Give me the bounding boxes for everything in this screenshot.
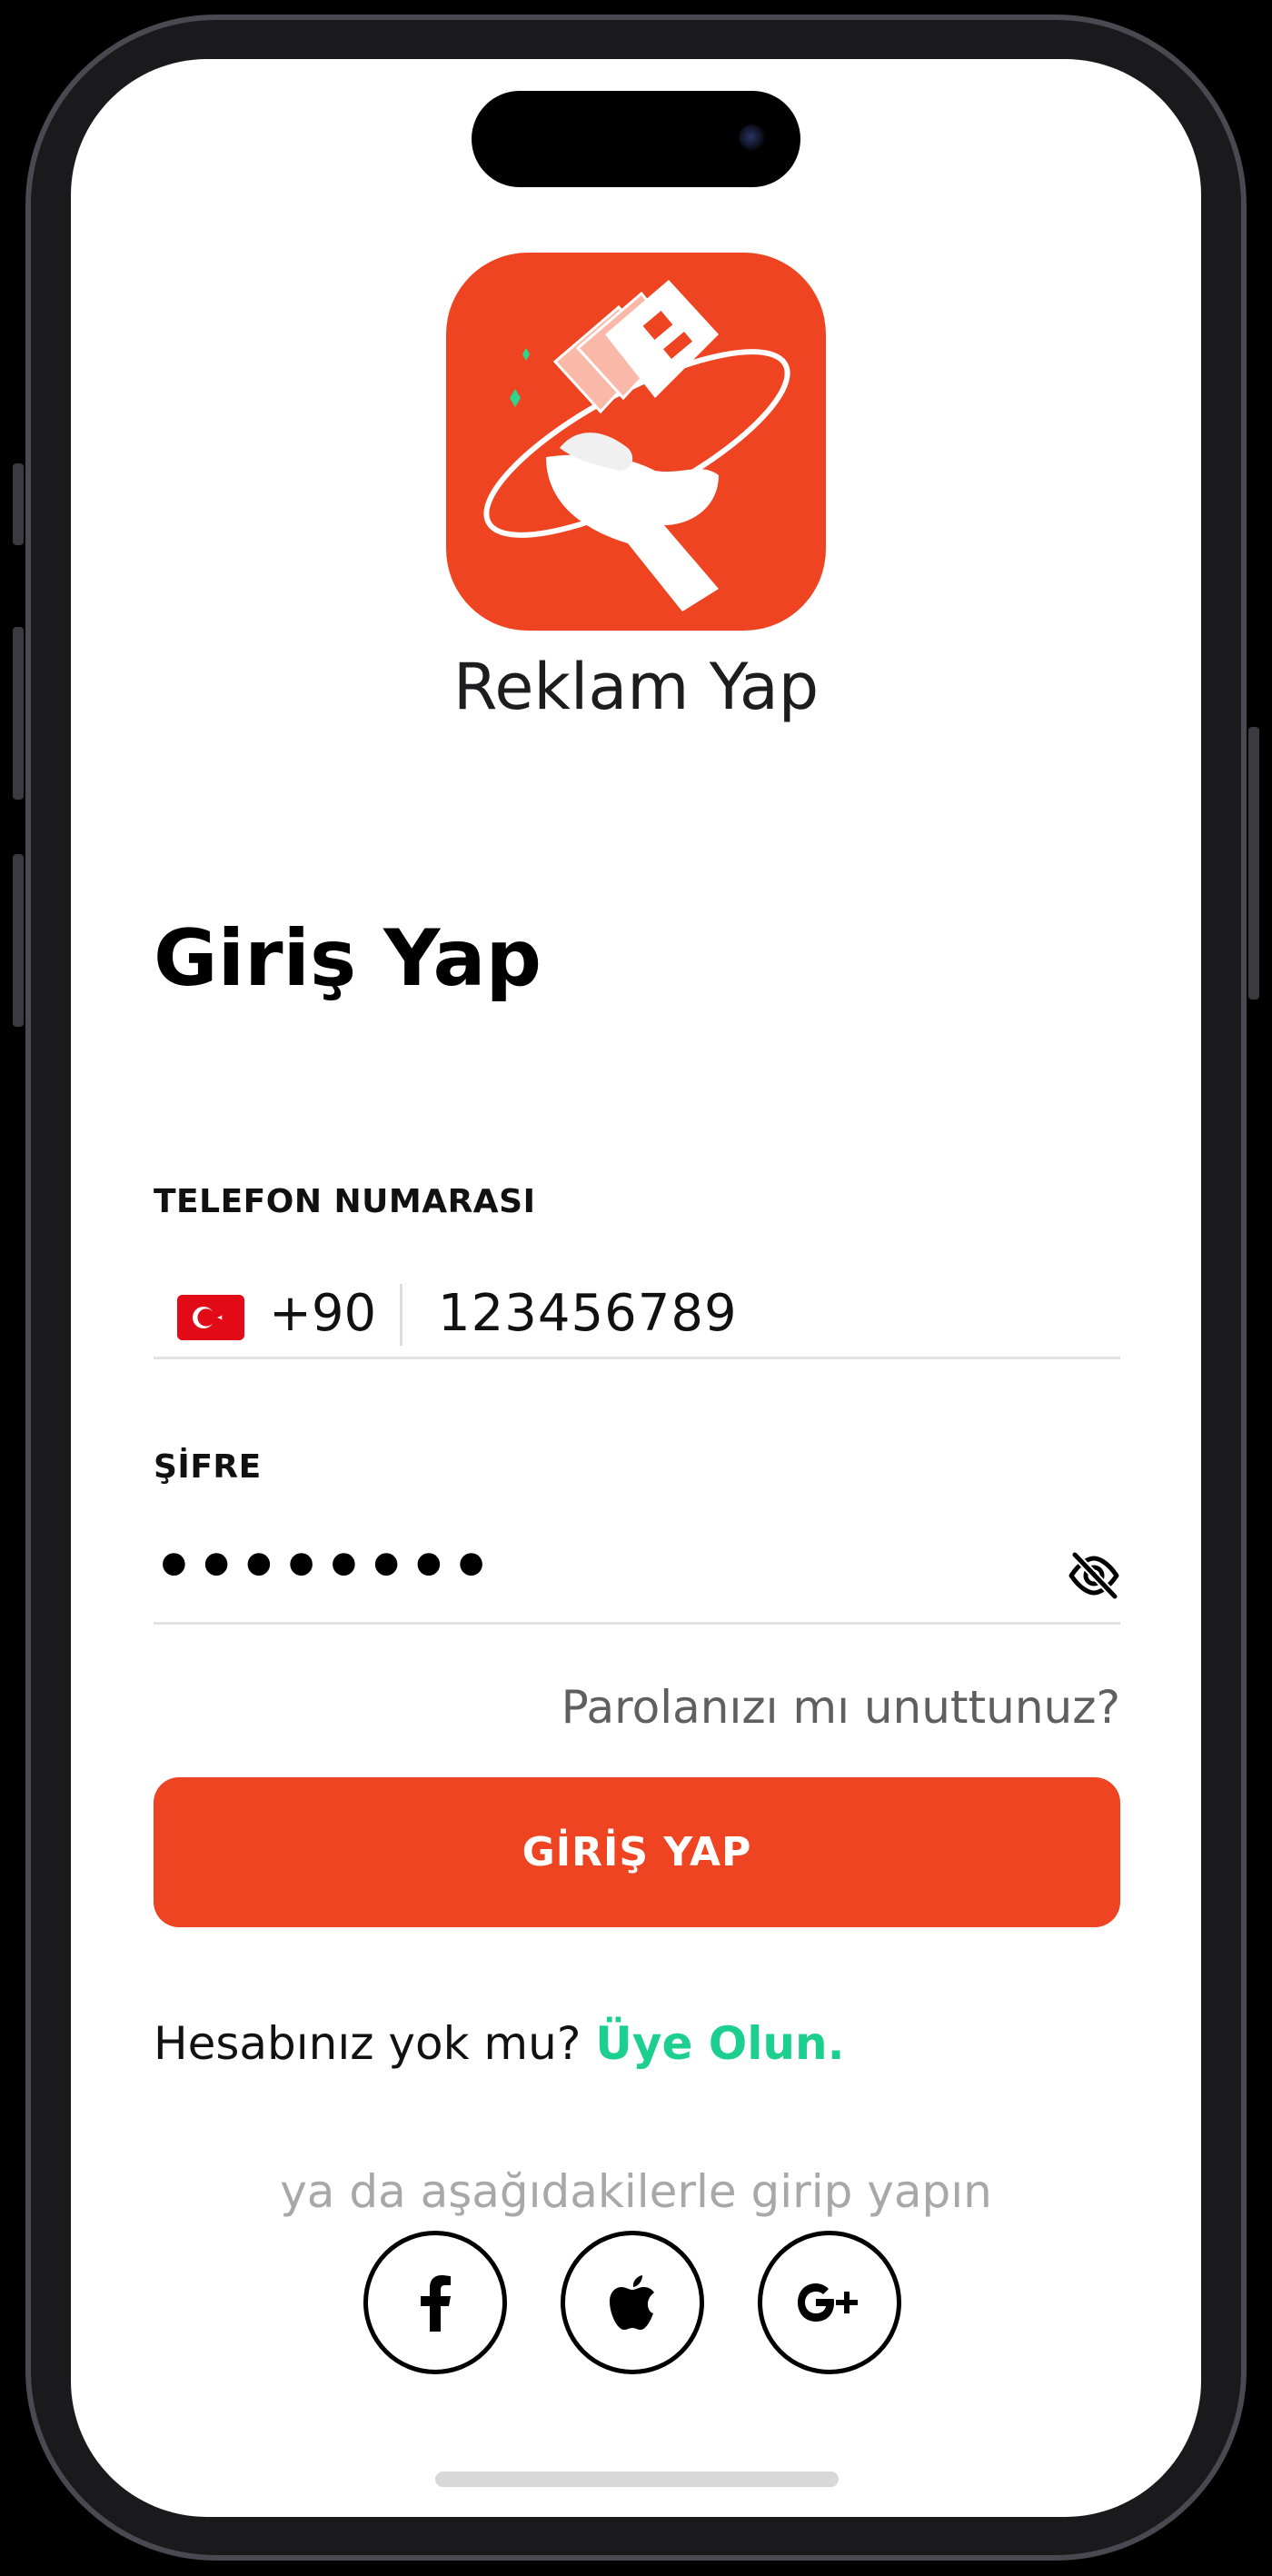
app-name: Reklam Yap bbox=[452, 650, 820, 724]
action-button bbox=[13, 463, 24, 545]
turkey-flag-icon[interactable] bbox=[177, 1295, 244, 1340]
home-indicator[interactable] bbox=[435, 2472, 839, 2487]
phone-field[interactable]: +90 123456789 bbox=[154, 1257, 1120, 1359]
facebook-button[interactable] bbox=[363, 2231, 507, 2374]
google-plus-button[interactable] bbox=[758, 2231, 901, 2374]
password-label: ŞİFRE bbox=[154, 1448, 262, 1486]
country-code[interactable]: +90 bbox=[269, 1284, 376, 1343]
login-button[interactable]: GİRİŞ YAP bbox=[154, 1777, 1120, 1927]
social-divider-text: ya da aşağıdakilerle girip yapın bbox=[280, 2165, 992, 2218]
front-camera bbox=[739, 124, 766, 152]
app-logo bbox=[446, 253, 826, 631]
google-plus-icon bbox=[798, 2283, 858, 2322]
phone-label: TELEFON NUMARASI bbox=[154, 1183, 536, 1220]
apple-icon bbox=[610, 2275, 654, 2330]
eye-off-icon[interactable] bbox=[1068, 1549, 1120, 1602]
volume-down-button bbox=[13, 854, 24, 1027]
volume-up-button bbox=[13, 627, 24, 800]
phone-input[interactable]: 123456789 bbox=[438, 1284, 738, 1343]
facebook-icon bbox=[421, 2275, 451, 2332]
login-screen: Reklam Yap Giriş Yap TELEFON NUMARASI +9… bbox=[71, 59, 1201, 2517]
field-divider bbox=[400, 1284, 402, 1346]
dynamic-island bbox=[472, 91, 800, 187]
password-input[interactable]: •••••••• bbox=[154, 1529, 493, 1604]
signup-link[interactable]: Üye Olun. bbox=[595, 2017, 844, 2070]
signup-prompt: Hesabınız yok mu? Üye Olun. bbox=[154, 2017, 845, 2070]
forgot-password-link[interactable]: Parolanızı mı unuttunuz? bbox=[561, 1681, 1120, 1734]
apple-button[interactable] bbox=[561, 2231, 704, 2374]
no-account-text: Hesabınız yok mu? bbox=[154, 2017, 581, 2070]
page-title: Giriş Yap bbox=[154, 913, 542, 1004]
power-button bbox=[1248, 727, 1259, 1000]
password-field[interactable]: •••••••• bbox=[154, 1522, 1120, 1625]
